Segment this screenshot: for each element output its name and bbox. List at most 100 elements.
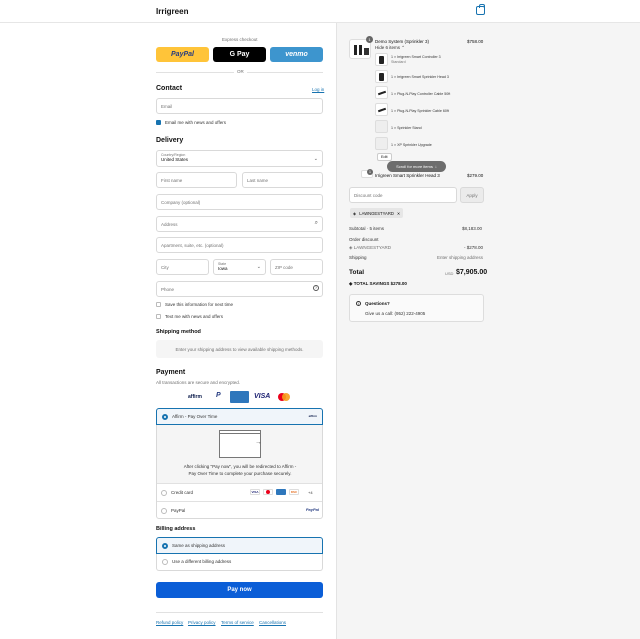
text-me-label: Text me with news and offers <box>165 314 223 319</box>
sub-item-label: 1 × Irrigreen Smart Controller 3 <box>391 55 441 59</box>
affirm-small-logo: affirm <box>308 414 317 418</box>
tag-icon: ◈ <box>353 210 357 216</box>
first-name-field[interactable]: First name <box>156 172 237 188</box>
paypal-express-button[interactable]: PayPal <box>156 47 209 62</box>
discount-tag-label: LAWNGESTYARD <box>359 210 394 216</box>
currency-label: USD <box>445 271 454 276</box>
sub-item-thumbnail <box>375 53 388 66</box>
state-value: Iowa <box>218 266 228 271</box>
cancellations-link[interactable]: Cancellations <box>259 620 286 625</box>
affirm-detail-panel: → After clicking "Pay now", you will be … <box>157 425 322 483</box>
shopping-bag-icon[interactable] <box>476 4 485 15</box>
visa-small-icon: VISA <box>250 489 260 495</box>
affirm-option-label: Affirm - Pay Over Time <box>172 414 218 419</box>
more-cards-label: +4 <box>308 490 313 495</box>
express-checkout-label: Express checkout <box>222 37 258 42</box>
affirm-radio[interactable] <box>162 414 168 420</box>
sub-item-label: 1 × Plug-N-Play Sprinkler Cable 60ft <box>391 109 449 113</box>
billing-different-radio[interactable] <box>162 559 168 565</box>
country-select[interactable]: Country/Region United States ⌄ <box>156 150 323 167</box>
sub-item-thumbnail <box>375 103 388 116</box>
billing-different-option[interactable]: Use a different billing address <box>156 554 323 571</box>
paypal-p-icon: P <box>216 392 221 399</box>
sub-item-variant: Standard <box>391 60 406 64</box>
billing-title: Billing address <box>156 526 196 532</box>
second-item-qty-badge: 1 <box>367 169 373 175</box>
text-me-checkbox[interactable] <box>156 314 161 319</box>
questions-box: i Questions? Give us a call: (952) 222-4… <box>349 294 484 322</box>
tag-icon: ◈ <box>349 245 353 250</box>
contact-title: Contact <box>156 85 183 92</box>
company-field[interactable]: Company (optional) <box>156 194 323 210</box>
pay-now-button[interactable]: Pay now <box>156 582 323 598</box>
discount-code-row: ◈ LAWNGESTYARD <box>349 245 391 251</box>
paypal-radio[interactable] <box>161 508 167 514</box>
email-news-checkbox[interactable] <box>156 120 161 125</box>
privacy-policy-link[interactable]: Privacy policy <box>188 620 216 625</box>
remove-tag-icon[interactable]: ✕ <box>397 211 401 216</box>
discount-value: - $278.00 <box>464 245 484 250</box>
scroll-more-pill[interactable]: Scroll for more items ↓ <box>387 161 446 172</box>
city-field[interactable]: City <box>156 259 209 275</box>
second-item-price: $279.00 <box>467 173 484 178</box>
hide-items-toggle[interactable]: Hide 6 items ⌃ <box>375 45 405 51</box>
state-select[interactable]: State Iowa ⌄ <box>213 259 266 275</box>
phone-field[interactable]: Phone ? <box>156 281 323 297</box>
credit-card-radio[interactable] <box>161 490 167 496</box>
gpay-express-button[interactable]: G Pay <box>213 47 266 62</box>
or-label: OR <box>234 69 247 74</box>
address-placeholder: Address <box>161 222 178 227</box>
main-item-price: $758.00 <box>467 39 484 44</box>
search-icon: ⌕ <box>314 220 318 226</box>
questions-title: Questions? <box>365 301 390 306</box>
billing-same-option[interactable]: Same as shipping address <box>156 537 323 554</box>
discover-small-icon: DSC <box>289 489 299 495</box>
apply-discount-button[interactable]: Apply <box>460 187 484 203</box>
savings-label: TOTAL SAVINGS <box>353 281 390 286</box>
total-label: Total <box>349 269 365 276</box>
footer-divider <box>156 612 323 613</box>
hide-items-label: Hide 6 items <box>375 45 401 50</box>
edit-button[interactable]: Edit <box>377 153 392 161</box>
sub-item-label: 1 × Sprinkler Stand <box>391 126 422 130</box>
total-value: $7,905.00 <box>456 269 488 276</box>
visa-icon: VISA <box>254 393 271 400</box>
help-icon[interactable]: ? <box>313 285 319 291</box>
email-field[interactable]: Email <box>156 98 323 114</box>
subtotal-value: $8,183.00 <box>462 226 483 231</box>
sub-item-label: 1 × Irrigreen Smart Sprinkler Head 3 <box>391 75 449 79</box>
scroll-more-label: Scroll for more items <box>396 164 433 169</box>
login-link[interactable]: Log in <box>312 87 324 92</box>
brand-logo[interactable]: Irrigreen <box>156 7 188 16</box>
discount-code-field[interactable]: Discount code <box>349 187 457 203</box>
discount-code-label: LAWNGESTYARD <box>353 245 391 250</box>
terms-of-service-link[interactable]: Terms of service <box>221 620 254 625</box>
address-field[interactable]: Address ⌕ <box>156 216 323 232</box>
delivery-title: Delivery <box>156 137 184 144</box>
billing-same-radio[interactable] <box>162 543 168 549</box>
chevron-down-icon: ⌄ <box>256 264 261 270</box>
last-name-field[interactable]: Last name <box>242 172 323 188</box>
billing-same-label: Same as shipping address <box>172 543 226 548</box>
zip-field[interactable]: ZIP code <box>270 259 323 275</box>
venmo-express-button[interactable]: venmo <box>270 47 323 62</box>
affirm-redirect-note: After clicking "Pay now", you will be re… <box>183 464 297 476</box>
second-item-name: Irrigreen Smart Sprinkler Head 3 <box>375 173 440 178</box>
total-savings-row: ◈ TOTAL SAVINGS $278.00 <box>349 281 407 287</box>
affirm-option[interactable]: Affirm - Pay Over Time affirm <box>156 408 323 425</box>
credit-card-option[interactable]: Credit card VISA DSC +4 <box>157 483 322 501</box>
save-info-label: Save this information for next time <box>165 302 234 307</box>
payment-title: Payment <box>156 369 186 376</box>
country-value: United States <box>161 157 189 162</box>
apartment-field[interactable]: Apartment, suite, etc. (optional) <box>156 237 323 253</box>
amex-small-icon <box>276 489 286 495</box>
discount-tag: ◈ LAWNGESTYARD ✕ <box>350 208 404 218</box>
site-header: Irrigreen <box>0 0 640 23</box>
paypal-option[interactable]: PayPal PayPal <box>157 501 322 519</box>
save-info-checkbox[interactable] <box>156 302 161 307</box>
billing-different-label: Use a different billing address <box>172 559 232 564</box>
savings-value: $278.00 <box>390 281 407 286</box>
sub-item-thumbnail <box>375 137 388 150</box>
affirm-logo: affirm <box>188 394 202 400</box>
refund-policy-link[interactable]: Refund policy <box>156 620 183 625</box>
